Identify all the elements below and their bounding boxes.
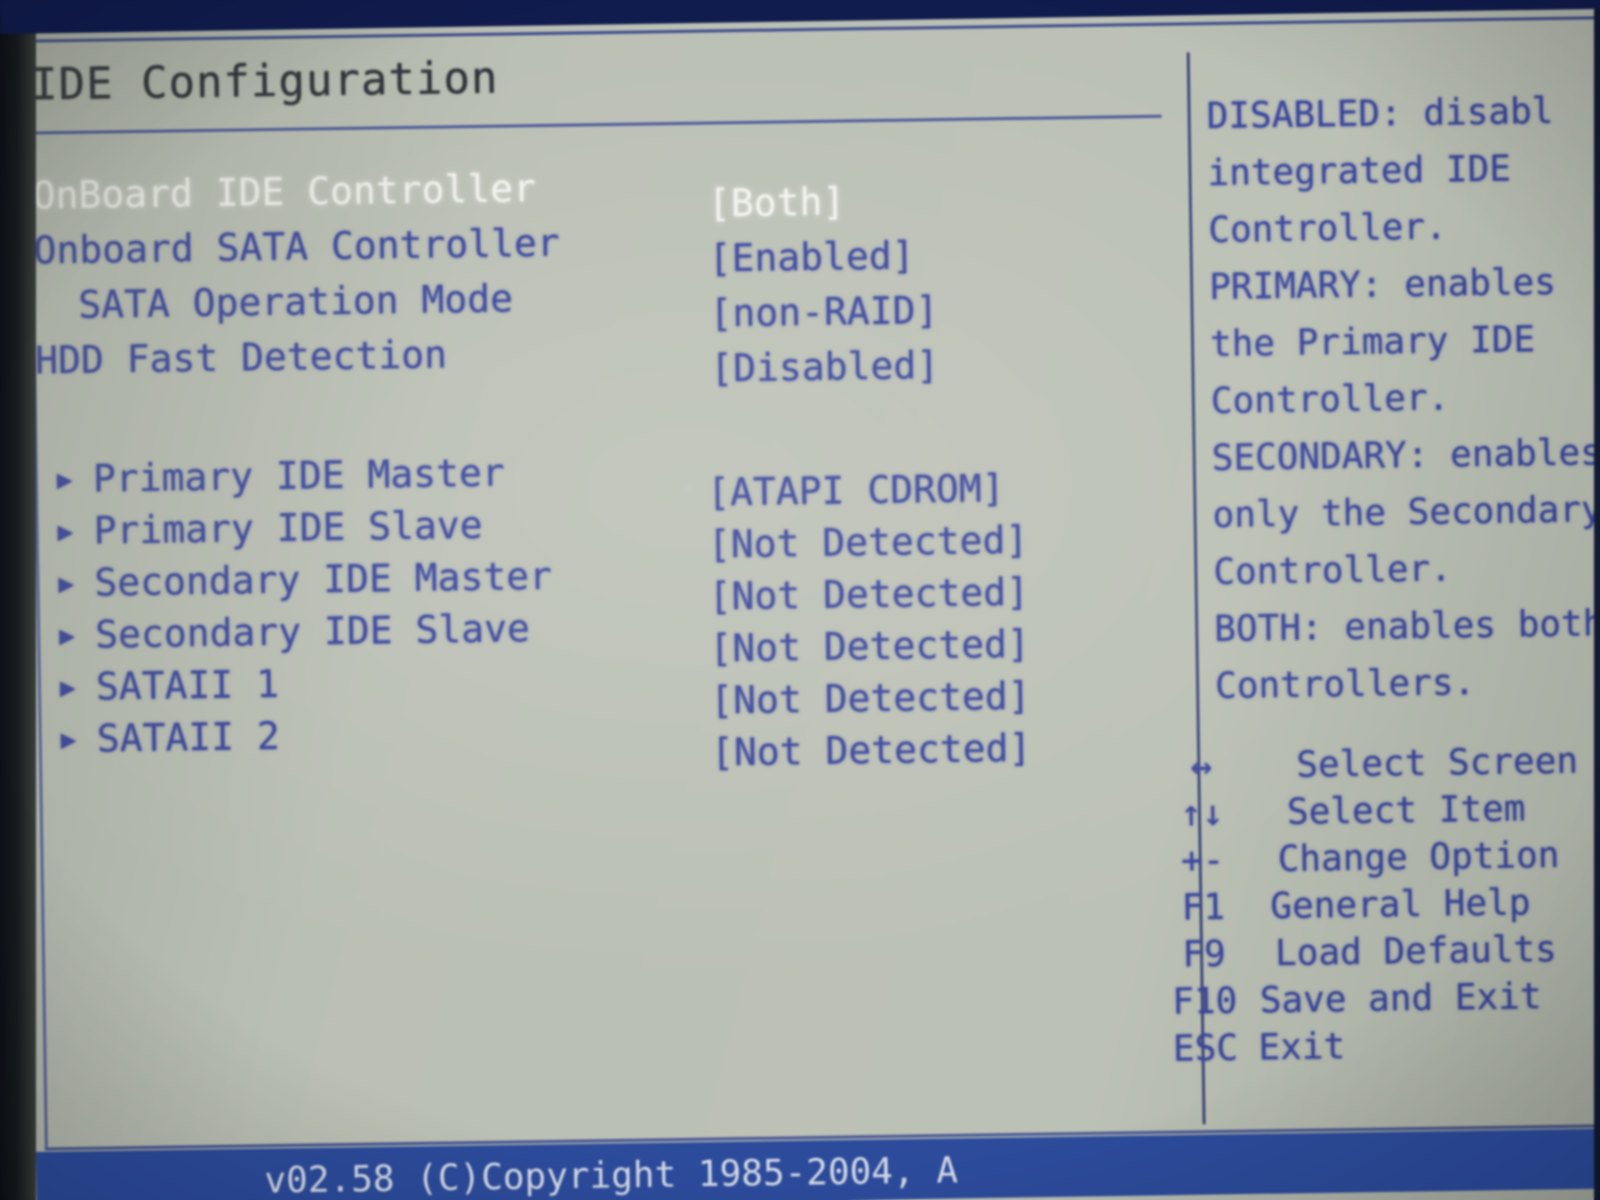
key-legend-label: Exit (1258, 1026, 1346, 1069)
key-cap: F9 (1182, 933, 1227, 976)
help-line: PRIMARY: enables (1208, 261, 1557, 309)
help-line: BOTH: enables both (1213, 603, 1600, 651)
bios-screen-photo: IDE Configuration OnBoard IDE Controller… (0, 0, 1600, 1200)
key-legend-label: Select Item (1286, 788, 1526, 833)
device-label: Primary IDE Slave (93, 502, 483, 553)
help-line: Controller. (1210, 377, 1450, 423)
help-line: Controllers. (1214, 662, 1476, 708)
device-list: ▶ Primary IDE Master [ATAPI CDROM] ▶ Pri… (7, 441, 1172, 775)
submenu-arrow-icon: ▶ (59, 620, 76, 652)
bios-setup-screen: IDE Configuration OnBoard IDE Controller… (0, 0, 1600, 1200)
setting-label: Onboard SATA Controller (33, 220, 560, 273)
device-value: [Not Detected] (710, 725, 1032, 775)
title-separator-rule (31, 114, 1162, 135)
key-cap: ESC (1172, 1027, 1239, 1070)
submenu-arrow-icon: ▶ (56, 464, 73, 496)
help-line: only the Secondary (1212, 489, 1600, 537)
device-label: Primary IDE Master (92, 450, 505, 501)
left-right-arrow-icon: ↔ (1190, 746, 1213, 788)
up-down-arrow-icon: ↑↓ (1180, 792, 1224, 835)
key-legend-row-select-item: ↑↓ Select Item (1147, 787, 1600, 841)
help-line: SECONDARY: enables (1211, 432, 1600, 480)
key-legend-label: Load Defaults (1274, 929, 1558, 975)
key-legend-label: Select Screen (1295, 740, 1579, 786)
page-title: IDE Configuration (30, 52, 499, 111)
help-line: Controller. (1208, 206, 1448, 252)
settings-list: OnBoard IDE Controller [Both] Onboard SA… (2, 157, 1165, 394)
submenu-arrow-icon: ▶ (59, 672, 76, 704)
key-legend-row-change-option: +- Change Option (1147, 834, 1600, 888)
help-line: DISABLED: disabl (1206, 90, 1554, 138)
setting-label: SATA Operation Mode (77, 276, 514, 327)
device-label: Secondary IDE Slave (94, 606, 531, 657)
footer-copyright-text: v02.58 (C)Copyright 1985-2004, A (264, 1150, 959, 1200)
key-legend-row-exit: ESC Exit (1150, 1022, 1600, 1076)
submenu-arrow-icon: ▶ (58, 568, 75, 600)
help-line: Controller. (1213, 548, 1453, 594)
key-legend-row-save-and-exit: F10 Save and Exit (1149, 975, 1600, 1029)
help-line: integrated IDE (1207, 148, 1512, 195)
key-legend-row-select-screen: ↔ Select Screen (1146, 740, 1600, 794)
help-line: the Primary IDE (1209, 319, 1536, 366)
key-legend-label: Save and Exit (1259, 976, 1542, 1022)
key-legend: ↔ Select Screen ↑↓ Select Item +- Change… (1146, 740, 1600, 1076)
key-cap: F10 (1171, 980, 1238, 1023)
key-legend-row-general-help: F1 General Help (1148, 881, 1600, 935)
submenu-arrow-icon: ▶ (60, 724, 77, 756)
device-label: SATAII 2 (96, 713, 281, 761)
device-label: SATAII 1 (95, 661, 280, 709)
key-legend-label: Change Option (1277, 834, 1560, 881)
key-cap: F1 (1181, 886, 1226, 929)
monitor-bezel-right (1594, 0, 1600, 1200)
submenu-arrow-icon: ▶ (57, 516, 74, 548)
monitor-bezel-left (0, 0, 36, 1200)
setting-label: OnBoard IDE Controller (32, 166, 537, 218)
setting-label: HDD Fast Detection (34, 332, 448, 383)
plus-minus-icon: +- (1180, 839, 1225, 882)
device-label: Secondary IDE Master (94, 553, 553, 605)
setting-value[interactable]: [Disabled] (710, 343, 939, 390)
help-panel: DISABLED: disabl integrated IDE Controll… (1206, 82, 1600, 715)
key-legend-label: General Help (1270, 882, 1531, 928)
key-legend-row-load-defaults: F9 Load Defaults (1149, 928, 1600, 982)
